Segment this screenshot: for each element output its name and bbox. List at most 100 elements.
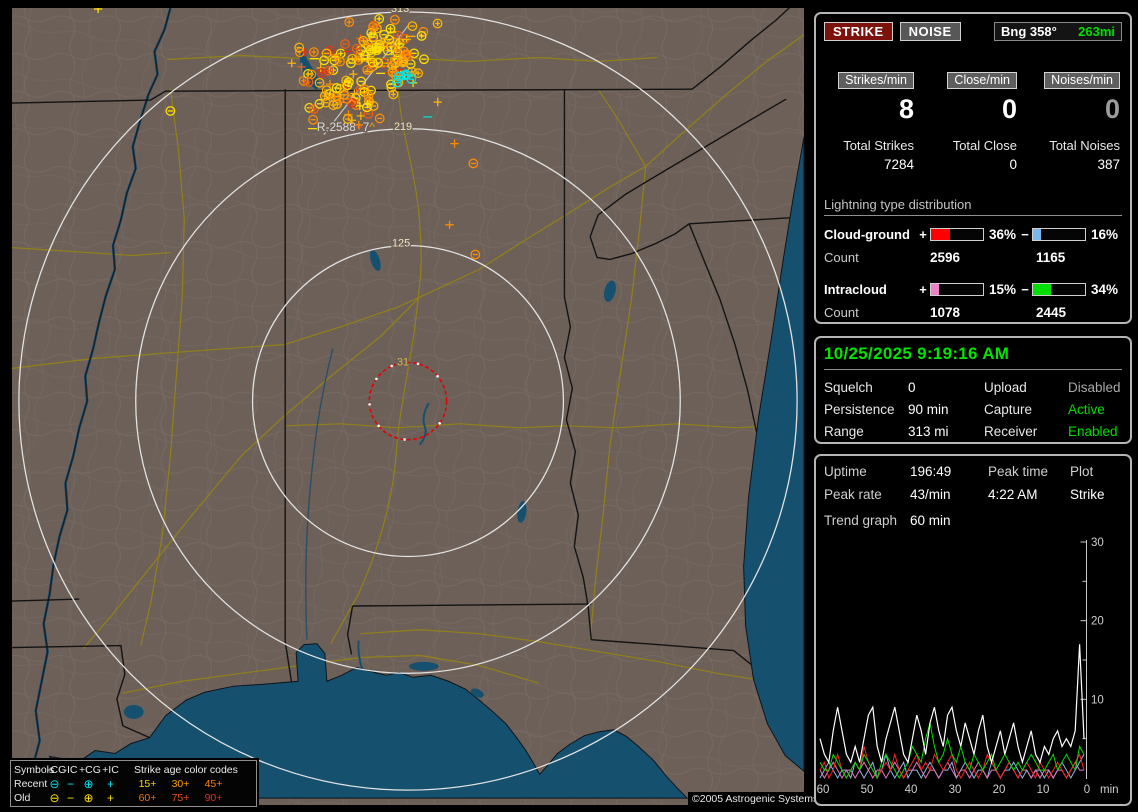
circle-minus-icon: ⊖ bbox=[49, 777, 60, 791]
close-per-min-column: Close/min 0 Total Close 0 bbox=[929, 71, 1017, 172]
trend-y-tick-label: 10 bbox=[1091, 694, 1104, 706]
minus-sign: − bbox=[1021, 226, 1029, 242]
app-window: { "map": { "rings": [ {"label": "313"}, … bbox=[0, 0, 1138, 812]
trend-y-tick-label: 30 bbox=[1091, 537, 1104, 549]
circle-plus-icon: ⊕ bbox=[83, 777, 94, 791]
status-row: Peak rate 43/min 4:22 AM Strike bbox=[824, 487, 1122, 502]
trend-series--CG bbox=[819, 752, 1085, 780]
cg-positive-bar bbox=[930, 227, 984, 241]
receiver-label: Receiver bbox=[984, 424, 1038, 439]
legend-neg-ic-label: -IC bbox=[63, 764, 78, 776]
cloud-ground-label: Cloud-ground bbox=[824, 226, 910, 242]
lightning-map[interactable]: R-2588+7^ 313 219 125 31 bbox=[8, 8, 808, 805]
count-label: Count bbox=[824, 250, 859, 266]
ring-label-31: 31 bbox=[397, 356, 409, 368]
total-noises-label: Total Noises bbox=[1049, 138, 1120, 154]
strikes-per-min-header: Strikes/min bbox=[838, 72, 914, 89]
circle-minus-icon: ⊖ bbox=[49, 791, 60, 805]
storm-cell-label: R-2588+7^ bbox=[317, 120, 376, 134]
trend-x-tick-label: 20 bbox=[993, 784, 1006, 796]
plus-sign: + bbox=[919, 281, 927, 297]
receiver-status: Enabled bbox=[1068, 424, 1118, 439]
plus-icon: + bbox=[106, 777, 114, 791]
trend-x-tick-label: 60 bbox=[817, 784, 830, 796]
trend-graph-label: Trend graph bbox=[824, 513, 898, 528]
intracloud-row: Intracloud + 15% − 34% bbox=[824, 280, 1122, 298]
intracloud-label: Intracloud bbox=[824, 281, 887, 297]
minus-icon: − bbox=[66, 777, 74, 791]
legend-recent-label: Recent bbox=[14, 778, 48, 790]
legend-header: Symbols -CG -IC +CG +IC Strike age color… bbox=[14, 763, 253, 777]
close-per-min-header: Close/min bbox=[947, 72, 1017, 89]
ic-positive-pct: 15% bbox=[989, 281, 1017, 297]
copyright-notice: ©2005 Astrogenic Systems bbox=[688, 792, 823, 806]
age-code-75: 75+ bbox=[171, 792, 190, 804]
legend-pos-ic-label: +IC bbox=[102, 764, 119, 776]
trend-x-tick-label: 0 bbox=[1084, 784, 1090, 796]
plus-sign: + bbox=[919, 226, 927, 242]
strike-button[interactable]: STRIKE bbox=[824, 22, 893, 41]
circle-plus-icon: ⊕ bbox=[83, 791, 94, 805]
minus-icon: − bbox=[66, 791, 74, 805]
noise-button[interactable]: NOISE bbox=[899, 22, 961, 41]
capture-label: Capture bbox=[984, 402, 1033, 417]
trend-x-tick-label: 10 bbox=[1037, 784, 1050, 796]
legend-symbols-label: Symbols bbox=[14, 764, 55, 776]
cloud-ground-count-row: Count 2596 1165 bbox=[824, 250, 1122, 265]
current-datetime: 10/25/2025 9:19:16 AM bbox=[824, 344, 1122, 370]
bearing-indicator: Bng 358° 263mi bbox=[994, 22, 1122, 41]
age-code-30: 30+ bbox=[171, 778, 190, 790]
total-noises-value: 387 bbox=[1097, 157, 1120, 173]
peak-time-label: Peak time bbox=[988, 464, 1049, 479]
trend-series-Total bbox=[819, 644, 1085, 765]
settings-row: Squelch 0 Upload Disabled bbox=[824, 380, 1122, 395]
minus-sign: − bbox=[1021, 281, 1029, 297]
strike-stats-panel: STRIKE NOISE Bng 358° 263mi Strikes/min … bbox=[814, 12, 1132, 324]
plot-label: Plot bbox=[1070, 464, 1094, 479]
trend-x-tick-label: 40 bbox=[905, 784, 918, 796]
ic-negative-pct: 34% bbox=[1091, 281, 1119, 297]
ring-label-219: 219 bbox=[394, 121, 412, 133]
peak-rate-label: Peak rate bbox=[824, 487, 882, 502]
ring-label-313: 313 bbox=[391, 8, 409, 15]
uptime-label: Uptime bbox=[824, 464, 867, 479]
peak-rate-value: 43/min bbox=[910, 487, 951, 502]
legend-neg-cg-label: -CG bbox=[47, 764, 67, 776]
status-row: Uptime 196:49 Peak time Plot bbox=[824, 464, 1122, 479]
persistence-value: 90 min bbox=[908, 402, 949, 417]
trend-x-tick-label: 50 bbox=[861, 784, 874, 796]
plus-icon: + bbox=[106, 791, 114, 805]
total-strikes-value: 7284 bbox=[883, 157, 914, 173]
legend-age-title: Strike age color codes bbox=[134, 764, 238, 776]
trend-graph-span: 60 min bbox=[910, 513, 951, 528]
map-area[interactable]: R-2588+7^ 313 219 125 31 bbox=[8, 8, 808, 805]
noises-per-min-value: 0 bbox=[1104, 94, 1120, 124]
strikes-per-min-value: 8 bbox=[898, 94, 914, 124]
range-value: 313 mi bbox=[908, 424, 949, 439]
cloud-ground-row: Cloud-ground + 36% − 16% bbox=[824, 225, 1122, 243]
ic-positive-bar bbox=[930, 282, 984, 296]
plot-mode-value: Strike bbox=[1070, 487, 1105, 502]
trend-x-tick-label: 30 bbox=[949, 784, 962, 796]
intracloud-count-row: Count 1078 2445 bbox=[824, 305, 1122, 320]
age-code-90: 90+ bbox=[204, 792, 223, 804]
ic-negative-count: 2445 bbox=[1036, 305, 1067, 321]
ic-positive-count: 1078 bbox=[930, 305, 961, 321]
upload-status: Disabled bbox=[1068, 380, 1121, 395]
squelch-label: Squelch bbox=[824, 380, 873, 395]
noises-per-min-header: Noises/min bbox=[1044, 72, 1120, 89]
age-code-15: 15+ bbox=[138, 778, 157, 790]
trend-graph-row: Trend graph 60 min bbox=[824, 513, 1122, 528]
legend-old-label: Old bbox=[14, 792, 31, 804]
symbol-legend: Symbols -CG -IC +CG +IC Strike age color… bbox=[10, 760, 257, 807]
settings-row: Persistence 90 min Capture Active bbox=[824, 402, 1122, 417]
peak-time-value: 4:22 AM bbox=[988, 487, 1038, 502]
range-label: Range bbox=[824, 424, 864, 439]
bearing-value: Bng 358° bbox=[1001, 24, 1057, 39]
legend-row-recent: Recent ⊖ − ⊕ + 15+ 30+ 45+ bbox=[14, 777, 253, 791]
distribution-title: Lightning type distribution bbox=[824, 197, 1122, 217]
legend-row-old: Old ⊖ − ⊕ + 60+ 75+ 90+ bbox=[14, 791, 253, 805]
capture-status: Active bbox=[1068, 402, 1105, 417]
cg-positive-pct: 36% bbox=[989, 226, 1017, 242]
total-strikes-label: Total Strikes bbox=[843, 138, 914, 154]
